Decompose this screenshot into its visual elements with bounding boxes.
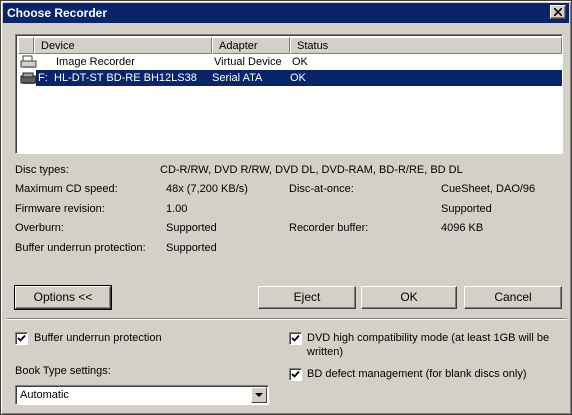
- separator: [7, 318, 567, 320]
- max-cd-speed-value: 48x (7,200 KB/s): [166, 183, 248, 195]
- max-cd-speed-label: Maximum CD speed:: [15, 183, 118, 195]
- recorder-buffer-label: Recorder buffer:: [289, 222, 369, 234]
- dvd-high-compat-label-line1[interactable]: DVD high compatibility mode (at least 1G…: [307, 332, 549, 344]
- disc-types-label: Disc types:: [15, 164, 69, 176]
- checkmark-icon: [17, 334, 26, 342]
- device-name: Image Recorder: [56, 56, 135, 68]
- book-type-value: Automatic: [20, 389, 69, 401]
- overburn-value: Supported: [166, 222, 217, 234]
- book-type-label: Book Type settings:: [15, 365, 111, 377]
- eject-button[interactable]: Eject: [258, 286, 356, 309]
- buffer-underrun-checkbox-label[interactable]: Buffer underrun protection: [34, 332, 162, 344]
- book-type-select[interactable]: Automatic: [15, 385, 269, 405]
- checkmark-icon: [291, 334, 300, 342]
- dropdown-button[interactable]: [251, 387, 267, 403]
- bd-defect-mgmt-label[interactable]: BD defect management (for blank discs on…: [307, 368, 527, 380]
- overburn-label: Overburn:: [15, 222, 64, 234]
- buffer-underrun-value: Supported: [166, 242, 217, 254]
- column-header-adapter[interactable]: Adapter: [212, 37, 290, 54]
- ok-button[interactable]: OK: [361, 286, 457, 309]
- recorder-list[interactable]: Device Adapter Status Image Recorder Vir…: [15, 34, 563, 154]
- device-status: OK: [290, 72, 306, 84]
- options-button[interactable]: Options <<: [14, 285, 112, 310]
- recorder-buffer-value: 4096 KB: [441, 222, 484, 234]
- title-bar: Choose Recorder: [3, 3, 569, 23]
- drive-letter: F:: [38, 72, 48, 84]
- optical-drive-icon: [20, 70, 38, 86]
- list-header: Device Adapter Status: [18, 37, 562, 54]
- column-header-icon[interactable]: [18, 37, 34, 54]
- close-button[interactable]: [550, 5, 566, 19]
- dvd-high-compat-label-line2[interactable]: written): [307, 346, 343, 358]
- device-name: HL-DT-ST BD-RE BH12LS38: [54, 72, 197, 84]
- device-adapter: Serial ATA: [212, 72, 263, 84]
- chevron-down-icon: [255, 393, 263, 397]
- disc-at-once-label: Disc-at-once:: [289, 183, 354, 195]
- list-item[interactable]: Image Recorder Virtual Device OK: [18, 54, 562, 70]
- disc-types-value: CD-R/RW, DVD R/RW, DVD DL, DVD-RAM, BD-R…: [160, 164, 463, 176]
- buffer-underrun-label: Buffer underrun protection:: [15, 242, 146, 254]
- dao-supported-value: Supported: [441, 203, 492, 215]
- image-recorder-icon: [20, 54, 38, 70]
- device-adapter: Virtual Device: [214, 56, 282, 68]
- checkmark-icon: [291, 370, 300, 378]
- disc-at-once-value: CueSheet, DAO/96: [441, 183, 536, 195]
- firmware-label: Firmware revision:: [15, 203, 105, 215]
- buffer-underrun-checkbox[interactable]: [15, 332, 28, 345]
- column-header-status[interactable]: Status: [290, 37, 562, 54]
- list-item-selected[interactable]: F: HL-DT-ST BD-RE BH12LS38 Serial ATA OK: [36, 70, 562, 86]
- firmware-value: 1.00: [166, 203, 188, 215]
- cancel-button[interactable]: Cancel: [464, 286, 562, 309]
- dvd-high-compat-checkbox[interactable]: [289, 332, 302, 345]
- dialog-title: Choose Recorder: [7, 6, 108, 20]
- column-header-device[interactable]: Device: [34, 37, 212, 54]
- bd-defect-mgmt-checkbox[interactable]: [289, 368, 302, 381]
- device-status: OK: [292, 56, 308, 68]
- close-icon: [554, 8, 562, 16]
- choose-recorder-dialog: Choose Recorder Device Adapter Status Im…: [0, 0, 572, 415]
